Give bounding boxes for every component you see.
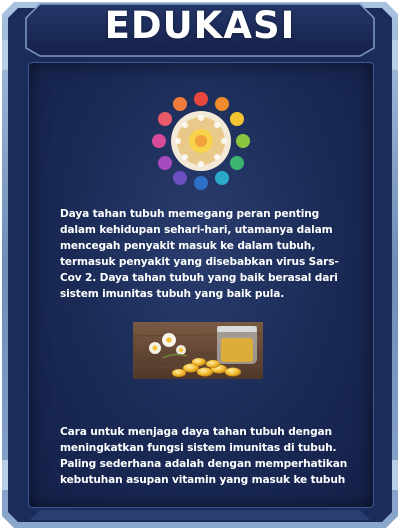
page-title: EDUKASI	[104, 4, 296, 47]
vitamin-wheel-icon	[152, 92, 250, 190]
paragraph-immunity-intro: Daya tahan tubuh memegang peran penting …	[60, 208, 339, 300]
vitamin-capsules-photo	[133, 322, 263, 379]
paragraph-immunity-tips: Cara untuk menjaga daya tahan tubuh deng…	[60, 426, 348, 486]
